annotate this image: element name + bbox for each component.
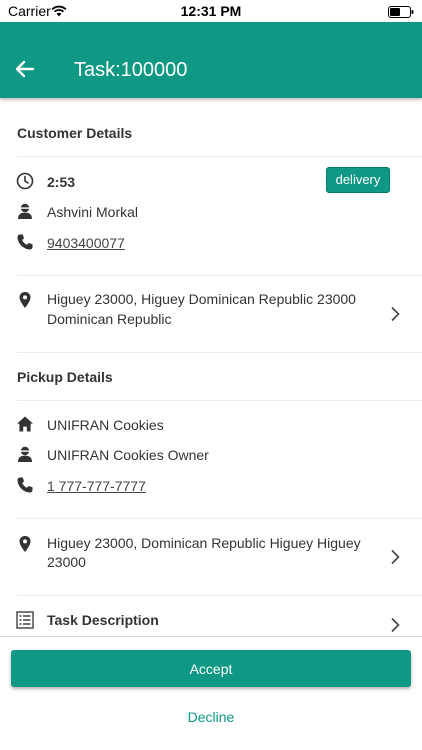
accept-button[interactable]: Accept: [11, 650, 411, 687]
customer-address-line2: Dominican Republic: [47, 311, 172, 327]
pickup-address-row[interactable]: Higuey 23000, Dominican Republic Higuey …: [0, 533, 422, 575]
pickup-store-name: UNIFRAN Cookies: [47, 417, 164, 433]
pickup-phone-row[interactable]: 1 777-777-7777: [0, 475, 422, 497]
divider: [17, 352, 422, 353]
chevron-right-icon[interactable]: [390, 549, 400, 565]
pickup-phone-link[interactable]: 1 777-777-7777: [47, 476, 146, 496]
user-icon: [16, 445, 34, 463]
customer-section-title: Customer Details: [17, 125, 133, 141]
divider: [17, 400, 422, 401]
task-description-label: Task Description: [47, 612, 159, 628]
customer-time: 2:53: [47, 174, 76, 190]
delivery-badge: delivery: [326, 167, 390, 193]
pickup-address-line2: 23000: [47, 554, 86, 570]
home-icon: [16, 415, 34, 433]
phone-icon: [16, 233, 34, 251]
chevron-right-icon[interactable]: [390, 617, 400, 633]
arrow-left-icon[interactable]: [14, 58, 36, 80]
page-title: Task:100000: [74, 59, 188, 81]
chevron-right-icon[interactable]: [390, 306, 400, 322]
customer-phone-row[interactable]: 9403400077: [0, 232, 422, 254]
divider: [17, 518, 422, 519]
divider: [17, 275, 422, 276]
pickup-owner-name: UNIFRAN Cookies Owner: [47, 447, 209, 463]
status-bar: Carrier 12:31 PM: [0, 0, 422, 22]
battery-icon: [388, 5, 414, 23]
pickup-section-title: Pickup Details: [17, 369, 113, 385]
phone-icon: [16, 476, 34, 494]
customer-name-row: Ashvini Morkal: [0, 201, 422, 223]
customer-address-row[interactable]: Higuey 23000, Higuey Dominican Republic …: [0, 289, 422, 331]
customer-name: Ashvini Morkal: [47, 204, 139, 220]
customer-phone-link[interactable]: 9403400077: [47, 233, 125, 253]
pickup-store-row: UNIFRAN Cookies: [0, 414, 422, 436]
status-time: 12:31 PM: [180, 3, 242, 19]
action-bar: Accept Decline: [0, 636, 422, 750]
decline-button[interactable]: Decline: [0, 709, 422, 725]
location-pin-icon: [16, 535, 34, 553]
task-description-row[interactable]: Task Description: [0, 609, 422, 635]
user-icon: [16, 202, 34, 220]
list-icon: [16, 611, 34, 629]
app-bar: Task:100000: [0, 22, 422, 98]
clock-icon: [16, 172, 34, 190]
pickup-owner-row: UNIFRAN Cookies Owner: [0, 444, 422, 466]
customer-address-line1: Higuey 23000, Higuey Dominican Republic …: [47, 291, 356, 307]
pickup-address-line1: Higuey 23000, Dominican Republic Higuey …: [47, 535, 361, 551]
divider: [17, 156, 422, 157]
location-pin-icon: [16, 291, 34, 309]
divider: [17, 595, 422, 596]
